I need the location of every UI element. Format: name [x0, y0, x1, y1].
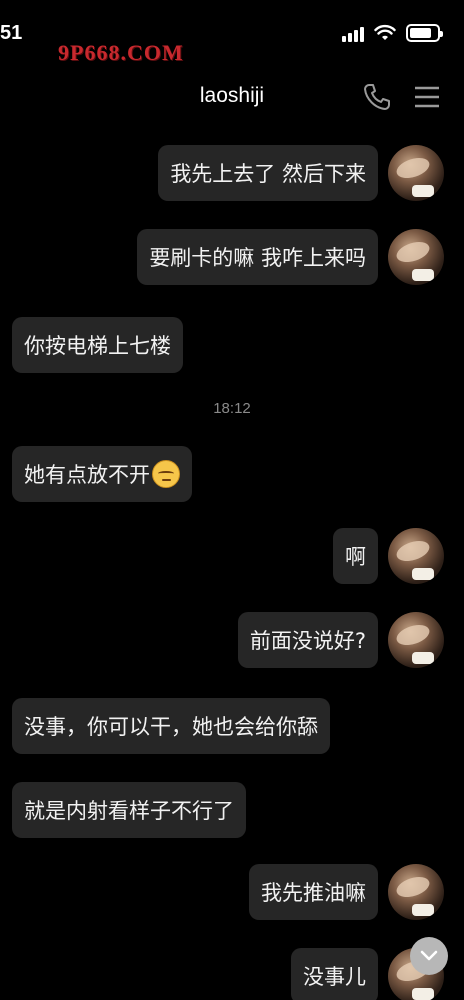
- message-text: 她有点放不开: [24, 463, 150, 487]
- phone-icon[interactable]: [360, 80, 394, 114]
- chevron-down-icon: [420, 950, 438, 961]
- message-incoming[interactable]: 你按电梯上七楼: [12, 317, 183, 373]
- cellular-signal-icon: [342, 24, 364, 42]
- message-bubble[interactable]: 啊: [333, 528, 378, 584]
- message-bubble[interactable]: 没事儿: [291, 948, 378, 1000]
- avatar[interactable]: [388, 145, 444, 201]
- awkward-face-emoji-icon: [152, 460, 180, 488]
- message-bubble[interactable]: 你按电梯上七楼: [12, 317, 183, 373]
- message-bubble[interactable]: 她有点放不开: [12, 446, 192, 502]
- chat-title: laoshiji: [199, 84, 265, 107]
- avatar[interactable]: [388, 528, 444, 584]
- watermark-logo: 9P668.COM: [58, 40, 184, 65]
- battery-icon: [406, 24, 443, 42]
- message-bubble[interactable]: 前面没说好?: [237, 612, 378, 668]
- avatar[interactable]: [388, 229, 444, 285]
- avatar[interactable]: [388, 612, 444, 668]
- avatar[interactable]: [388, 864, 444, 920]
- message-bubble[interactable]: 要刷卡的嘛 我咋上来吗: [137, 229, 378, 285]
- message-bubble[interactable]: 就是内射看样子不行了: [12, 782, 246, 838]
- message-outgoing[interactable]: 我先上去了 然后下来: [158, 145, 444, 201]
- message-bubble[interactable]: 我先推油嘛: [249, 864, 378, 920]
- message-bubble[interactable]: 我先上去了 然后下来: [158, 145, 378, 201]
- status-icons: [342, 24, 443, 42]
- menu-icon[interactable]: [412, 82, 442, 112]
- message-bubble[interactable]: 没事，你可以干，她也会给你舔: [12, 698, 330, 754]
- status-time: 51: [0, 22, 23, 44]
- message-incoming[interactable]: 没事，你可以干，她也会给你舔: [12, 698, 330, 754]
- chat-header: laoshiji: [0, 76, 464, 120]
- status-bar: 51 9P668.COM: [0, 0, 464, 65]
- message-outgoing[interactable]: 前面没说好?: [237, 612, 444, 668]
- message-incoming[interactable]: 就是内射看样子不行了: [12, 782, 246, 838]
- message-timestamp: 18:12: [213, 400, 251, 417]
- wifi-icon: [374, 24, 396, 40]
- message-outgoing[interactable]: 要刷卡的嘛 我咋上来吗: [137, 229, 444, 285]
- message-outgoing[interactable]: 我先推油嘛: [249, 864, 444, 920]
- message-outgoing[interactable]: 啊: [333, 528, 444, 584]
- message-incoming[interactable]: 她有点放不开: [12, 446, 192, 502]
- scroll-to-bottom-button[interactable]: [410, 937, 448, 975]
